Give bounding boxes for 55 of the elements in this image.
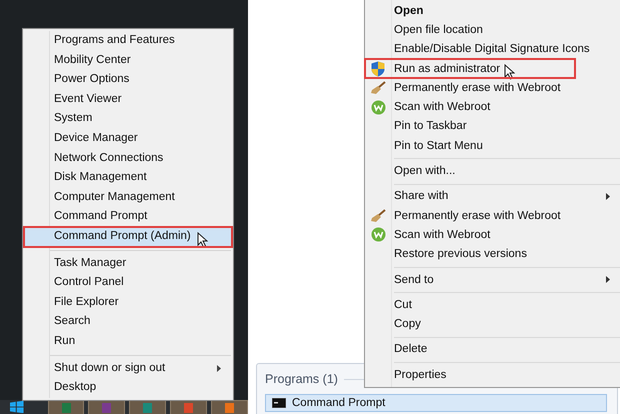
menu-item[interactable]: Properties [365,365,620,384]
menu-item[interactable]: Mobility Center [23,50,233,70]
menu-item[interactable]: Network Connections [23,148,233,168]
menu-item[interactable]: Run [23,332,233,352]
menu-item[interactable]: Cut [365,295,620,314]
menu-item[interactable]: Share with [365,186,620,206]
menu-item[interactable]: Open [365,1,620,20]
taskbar-app-icon[interactable] [211,400,248,414]
broom-icon [370,80,386,95]
console-icon [272,398,286,408]
menu-item[interactable]: Event Viewer [23,90,233,110]
menu-item[interactable]: Scan with Webroot [365,225,620,245]
submenu-arrow-icon [606,276,610,283]
menu-item[interactable]: Permanently erase with Webroot [365,206,620,226]
menu-item[interactable]: Pin to Start Menu [365,136,620,156]
menu-item[interactable]: Search [23,312,233,332]
cursor-icon [504,64,516,80]
menu-item[interactable]: Run as administrator [365,58,575,78]
windows-logo-icon[interactable] [10,401,24,413]
broom-icon [370,208,386,223]
menu-item[interactable]: Restore previous versions [365,244,620,264]
menu-item[interactable]: Pin to Taskbar [365,116,620,136]
menu-item[interactable]: System [23,109,233,129]
menu-item[interactable]: Delete [365,340,620,360]
menu-item[interactable]: Device Manager [23,128,233,149]
menu-item[interactable]: Open file location [365,20,620,40]
webroot-icon [370,227,386,242]
menu-item[interactable]: Scan with Webroot [365,97,620,117]
webroot-icon [370,100,386,115]
menu-item[interactable]: Task Manager [23,254,233,274]
menu-item[interactable]: File Explorer [23,292,233,312]
taskbar-app-icon[interactable] [129,400,166,414]
menu-item[interactable]: Command Prompt [23,207,233,227]
taskbar-app-icon[interactable] [170,400,208,414]
submenu-arrow-icon [606,192,610,200]
taskbar-app-icon[interactable] [88,400,126,414]
menu-item[interactable]: Power Options [23,70,233,90]
menu-item[interactable]: Copy [365,314,620,334]
search-result[interactable]: Command Prompt [265,394,607,412]
submenu-arrow-icon [217,364,221,372]
menu-item[interactable]: Open with... [365,161,620,181]
menu-item[interactable]: Command Prompt (Admin) [24,226,232,247]
menu-item[interactable]: Send to [365,270,620,290]
menu-item[interactable]: Desktop [23,378,233,398]
menu-item[interactable]: Computer Management [23,188,233,208]
shield-icon [371,60,385,77]
menu-item[interactable]: Permanently erase with Webroot [365,78,620,98]
menu-item[interactable]: Disk Management [23,168,233,188]
section-title: Programs (1) [265,372,338,386]
menu-item[interactable]: Programs and Features [23,31,233,51]
menu-item[interactable]: Enable/Disable Digital Signature Icons [365,40,620,59]
menu-item[interactable]: Shut down or sign out [23,358,233,378]
menu-item[interactable]: Control Panel [23,273,233,293]
cursor-icon [196,232,208,248]
taskbar-app-icon[interactable] [48,400,84,414]
